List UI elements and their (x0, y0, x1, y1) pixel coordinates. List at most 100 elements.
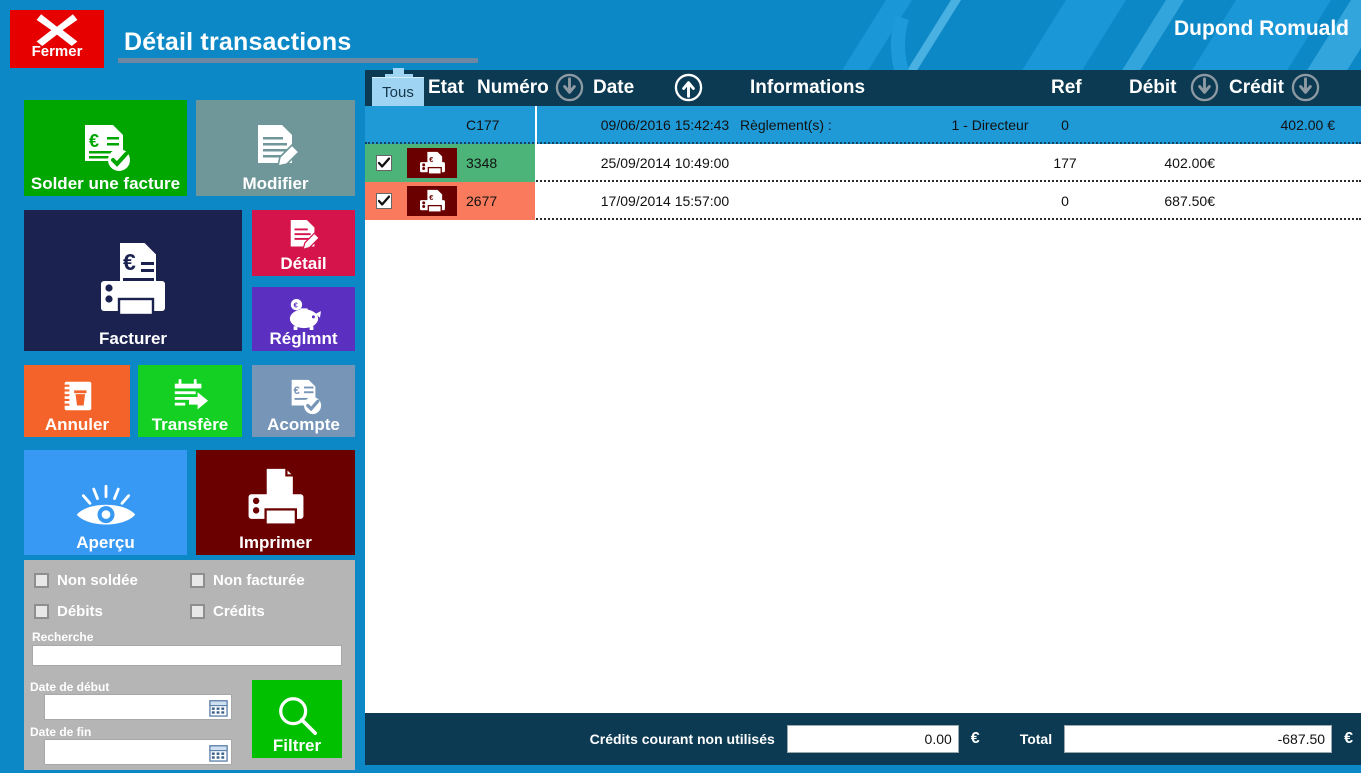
sort-asc-icon-date[interactable] (674, 73, 703, 102)
table-row[interactable]: € 3348 25/09/2014 10:49:00 177 402.00€ (365, 144, 1361, 182)
total-value[interactable]: -687.50 (1064, 725, 1333, 753)
row-ref: 177 (1053, 155, 1077, 171)
row-divider (535, 106, 537, 144)
calendar-arrow-icon (174, 379, 209, 410)
piggy-bank-euro-icon: € (289, 299, 321, 331)
row-checkbox-cell[interactable] (365, 182, 402, 220)
table-row[interactable]: C177 09/06/2016 15:42:43 Règlement(s) : … (365, 106, 1361, 144)
row-etat-cell (402, 106, 462, 144)
detail-label: Détail (280, 254, 327, 274)
annuler-button[interactable]: Annuler (24, 365, 130, 437)
date-end-label: Date de fin (30, 725, 92, 739)
acompte-button[interactable]: € Acompte (252, 365, 355, 437)
checkbox-box[interactable] (190, 604, 205, 619)
detail-button[interactable]: Détail (252, 210, 355, 276)
sort-desc-icon-credit[interactable] (1291, 73, 1320, 102)
row-checkbox[interactable] (375, 155, 392, 171)
unused-credits-currency: € (970, 730, 980, 747)
calendar-icon[interactable] (209, 743, 228, 762)
date-start-label: Date de début (30, 680, 110, 694)
modifier-button[interactable]: Modifier (196, 100, 355, 196)
check-icon (377, 195, 390, 206)
euro-document-check-icon: € (291, 380, 321, 415)
close-button[interactable]: Fermer (10, 10, 104, 68)
close-x-icon (36, 14, 78, 46)
totals-bar: Crédits courant non utilisés 0.00 € Tota… (365, 713, 1361, 765)
checkbox-label: Débits (57, 603, 103, 620)
filter-checkbox-non-soldee[interactable]: Non soldée (34, 572, 138, 589)
checkbox-label: Crédits (213, 603, 265, 620)
filter-checkbox-credits[interactable]: Crédits (190, 603, 265, 620)
annuler-label: Annuler (44, 415, 110, 435)
row-checkbox[interactable] (375, 193, 392, 209)
checkbox-box[interactable] (34, 573, 49, 588)
row-ref: 0 (1061, 117, 1069, 133)
svg-text:€: € (123, 249, 136, 275)
row-debit (1105, 106, 1215, 144)
total-label: Total (1019, 731, 1053, 747)
row-etat-cell[interactable]: € (402, 144, 462, 182)
eye-icon (76, 485, 135, 525)
checkbox-box[interactable] (190, 573, 205, 588)
calendar-icon[interactable] (209, 698, 228, 717)
row-etat-cell[interactable]: € (402, 182, 462, 220)
row-numero: 2677 (466, 193, 498, 209)
column-header-ref[interactable]: Ref (1051, 77, 1082, 99)
column-header-credit[interactable]: Crédit (1229, 77, 1284, 99)
invoice-printer-icon: € (101, 241, 165, 317)
column-header-etat[interactable]: Etat (428, 77, 464, 99)
filter-checkbox-debits[interactable]: Débits (34, 603, 103, 620)
reglmnt-label: Réglmnt (269, 329, 338, 349)
row-numero: C177 (466, 117, 500, 133)
invoice-printer-icon: € (407, 186, 457, 216)
row-credit (1215, 182, 1335, 220)
date-end-input[interactable] (44, 739, 232, 765)
invoice-printer-icon: € (407, 148, 457, 178)
apercu-button[interactable]: Aperçu (24, 450, 187, 555)
select-all-tab[interactable]: Tous (372, 77, 424, 106)
printer-icon (248, 466, 303, 526)
modifier-label: Modifier (242, 174, 309, 194)
column-header-date[interactable]: Date (593, 77, 634, 99)
imprimer-label: Imprimer (239, 533, 312, 553)
row-debit: 402.00€ (1164, 155, 1215, 171)
page-title: Détail transactions (124, 28, 352, 56)
checkbox-box[interactable] (34, 604, 49, 619)
row-numero: 3348 (466, 155, 498, 171)
column-header-numero[interactable]: Numéro (477, 77, 549, 99)
checkbox-label: Non soldée (57, 572, 138, 589)
notebook-trash-icon (61, 381, 92, 411)
unused-credits-value[interactable]: 0.00 (786, 725, 959, 753)
column-header-informations[interactable]: Informations (750, 77, 865, 99)
filtrer-button[interactable]: Filtrer (252, 680, 342, 758)
action-sidebar: € Solder une facture Modifier € Facturer… (0, 70, 365, 773)
row-credit (1215, 144, 1335, 182)
sort-desc-icon-debit[interactable] (1190, 73, 1219, 102)
search-input[interactable] (32, 645, 342, 666)
facturer-button[interactable]: € Facturer (24, 210, 242, 351)
filter-checkbox-non-facturee[interactable]: Non facturée (190, 572, 305, 589)
svg-text:€: € (89, 131, 99, 151)
row-debit: 687.50€ (1164, 193, 1215, 209)
column-header-debit[interactable]: Débit (1129, 77, 1177, 99)
sort-desc-icon-numero[interactable] (555, 73, 584, 102)
row-checkbox-cell[interactable] (365, 144, 402, 182)
title-bar: Fermer Détail transactions Dupond Romual… (0, 0, 1361, 70)
solder-une-facture-label: Solder une facture (30, 174, 181, 194)
reglmnt-button[interactable]: € Réglmnt (252, 287, 355, 351)
transfere-label: Transfère (151, 415, 229, 435)
magnifier-icon (279, 697, 317, 736)
acompte-label: Acompte (267, 415, 340, 435)
date-start-input[interactable] (44, 694, 232, 720)
transfere-button[interactable]: Transfère (138, 365, 242, 437)
document-pencil-icon (290, 220, 320, 251)
checkbox-label: Non facturée (213, 572, 305, 589)
current-user-label: Dupond Romuald (1174, 17, 1349, 40)
grid-header-row: Tous Etat Numéro Date Informations Ref D… (365, 68, 1361, 106)
imprimer-button[interactable]: Imprimer (196, 450, 355, 555)
title-underline (118, 58, 478, 63)
solder-une-facture-button[interactable]: € Solder une facture (24, 100, 187, 196)
row-checkbox-cell[interactable] (365, 106, 402, 144)
document-pencil-icon (257, 125, 300, 168)
table-row[interactable]: € 2677 17/09/2014 15:57:00 0 687.50€ (365, 182, 1361, 220)
